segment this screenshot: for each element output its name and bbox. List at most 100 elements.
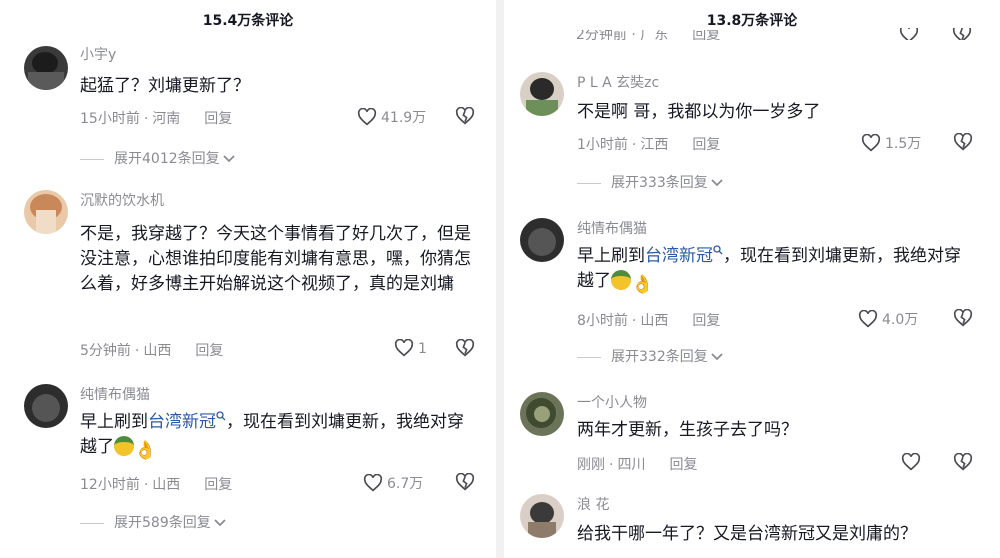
like-button[interactable]	[899, 28, 919, 40]
broken-heart-icon	[953, 132, 973, 151]
comment-meta: 刚刚 · 四川 回复	[577, 457, 698, 473]
comment-time: 1小时前	[577, 137, 628, 153]
expand-replies-button[interactable]: 展开333条回复	[577, 172, 723, 192]
heart-outline-icon	[394, 338, 414, 357]
like-count: 1.5万	[885, 136, 922, 152]
avatar[interactable]	[520, 392, 564, 436]
panel-divider	[496, 0, 504, 558]
broken-heart-icon	[455, 106, 475, 125]
comment-meta: 8小时前 · 山西 回复	[577, 313, 721, 329]
expand-replies-label: 展开332条回复	[611, 349, 708, 365]
comment-meta: 12小时前 · 山西 回复	[80, 477, 233, 493]
reply-button[interactable]: 回复	[692, 30, 720, 40]
dislike-button[interactable]	[455, 106, 475, 129]
angry-face-emoji-icon	[611, 270, 631, 290]
dislike-button[interactable]	[455, 338, 475, 361]
comment-username[interactable]: 纯情布偶猫	[80, 384, 150, 404]
comment-time: 12小时前	[80, 477, 140, 493]
comment-text-part: 早上刷到	[577, 246, 645, 266]
avatar[interactable]	[24, 384, 68, 428]
search-icon	[713, 245, 723, 255]
avatar[interactable]	[520, 72, 564, 116]
avatar[interactable]	[24, 190, 68, 234]
avatar[interactable]	[520, 218, 564, 262]
heart-outline-icon	[363, 473, 383, 492]
comment-username[interactable]: P L A 玄奘zc	[577, 72, 659, 92]
heart-outline-icon	[861, 133, 881, 152]
comment-text: 起猛了？刘墉更新了？	[80, 76, 250, 96]
comment-text-part: 早上刷到	[80, 412, 148, 432]
like-count: 41.9万	[381, 110, 427, 126]
comment-location: 江西	[640, 137, 669, 153]
hashtag-label: 台湾新冠	[148, 412, 216, 432]
comment-username[interactable]: 纯情布偶猫	[577, 218, 647, 238]
comment-meta: 5分钟前 · 山西 回复	[80, 343, 224, 359]
comment-text: 两年才更新，生孩子去了吗？	[577, 420, 798, 440]
comment-text: 早上刷到台湾新冠 ，现在看到刘墉更新，我绝对穿越了 👌	[577, 244, 977, 297]
like-count: 1	[418, 341, 427, 357]
expand-replies-label: 展开589条回复	[114, 515, 211, 531]
reply-button[interactable]: 回复	[204, 111, 232, 127]
left-comment-panel: 15.4万条评论 小宇y 起猛了？刘墉更新了？ 15小时前 · 河南 回复 41.9万…	[0, 0, 496, 558]
chevron-down-icon	[711, 179, 723, 187]
comment-location: 山西	[152, 477, 181, 493]
like-button[interactable]	[901, 452, 921, 475]
like-button[interactable]: 1	[394, 338, 427, 357]
heart-outline-icon	[357, 107, 377, 126]
comment-username[interactable]: 小宇y	[80, 44, 116, 64]
chevron-down-icon	[214, 519, 226, 527]
comment-time: 15小时前	[80, 111, 140, 127]
heart-outline-icon	[858, 309, 878, 328]
like-button[interactable]: 41.9万	[357, 107, 426, 127]
comment-location: 山西	[143, 343, 172, 359]
like-count: 4.0万	[882, 312, 919, 328]
dislike-button[interactable]	[952, 28, 972, 40]
comment-username[interactable]: 沉默的饮水机	[80, 190, 164, 210]
comment-count-title: 13.8万条评论	[706, 13, 798, 29]
like-button[interactable]: 6.7万	[363, 473, 423, 493]
comment-location: 山西	[640, 313, 669, 329]
broken-heart-icon	[952, 28, 972, 40]
heart-outline-icon	[899, 28, 919, 40]
dislike-button[interactable]	[953, 308, 973, 331]
comment-meta: 1小时前 · 江西 回复	[577, 137, 721, 153]
angry-face-emoji-icon	[114, 436, 134, 456]
ok-hand-emoji-icon: 👌	[631, 274, 654, 295]
ok-hand-emoji-icon: 👌	[134, 440, 157, 461]
expand-replies-label: 展开333条回复	[611, 175, 708, 191]
avatar[interactable]	[520, 494, 564, 538]
hashtag-label: 台湾新冠	[645, 246, 713, 266]
dislike-button[interactable]	[455, 472, 475, 495]
reply-button[interactable]: 回复	[692, 137, 720, 153]
broken-heart-icon	[455, 338, 475, 357]
comment-count-title: 15.4万条评论	[202, 13, 294, 29]
right-comment-panel: 13.8万条评论 2分钟前 · 广东 回复 P L A 玄奘zc 不是啊 哥，我都…	[504, 0, 1000, 558]
expand-replies-button[interactable]: 展开589条回复	[80, 512, 226, 532]
comment-text: 给我干哪一年了？又是台湾新冠又是刘庸的？	[577, 524, 917, 544]
hashtag-link[interactable]: 台湾新冠	[148, 411, 226, 432]
heart-outline-icon	[901, 452, 921, 471]
partial-comment-meta: 2分钟前 · 广东 回复	[576, 30, 720, 40]
expand-replies-label: 展开4012条回复	[114, 151, 220, 167]
chevron-down-icon	[223, 155, 235, 163]
chevron-down-icon	[711, 353, 723, 361]
hashtag-link[interactable]: 台湾新冠	[645, 245, 723, 266]
comment-username[interactable]: 浪 花	[577, 494, 609, 514]
comment-location: 河南	[152, 111, 181, 127]
dislike-button[interactable]	[953, 132, 973, 155]
expand-replies-button[interactable]: 展开332条回复	[577, 346, 723, 366]
comment-username[interactable]: 一个小人物	[577, 392, 647, 412]
expand-replies-button[interactable]: 展开4012条回复	[80, 148, 235, 168]
like-button[interactable]: 1.5万	[861, 133, 921, 153]
comment-meta: 15小时前 · 河南 回复	[80, 111, 233, 127]
broken-heart-icon	[953, 452, 973, 471]
reply-button[interactable]: 回复	[204, 477, 232, 493]
partial-meta-text: 2分钟前 · 广东	[576, 30, 669, 40]
like-button[interactable]: 4.0万	[858, 309, 918, 329]
comment-text: 不是，我穿越了？今天这个事情看了好几次了，但是没注意，心想谁拍印度能有刘墉有意思…	[80, 224, 471, 294]
reply-button[interactable]: 回复	[692, 313, 720, 329]
reply-button[interactable]: 回复	[669, 457, 697, 473]
avatar[interactable]	[24, 46, 68, 90]
reply-button[interactable]: 回复	[195, 343, 223, 359]
dislike-button[interactable]	[953, 452, 973, 475]
